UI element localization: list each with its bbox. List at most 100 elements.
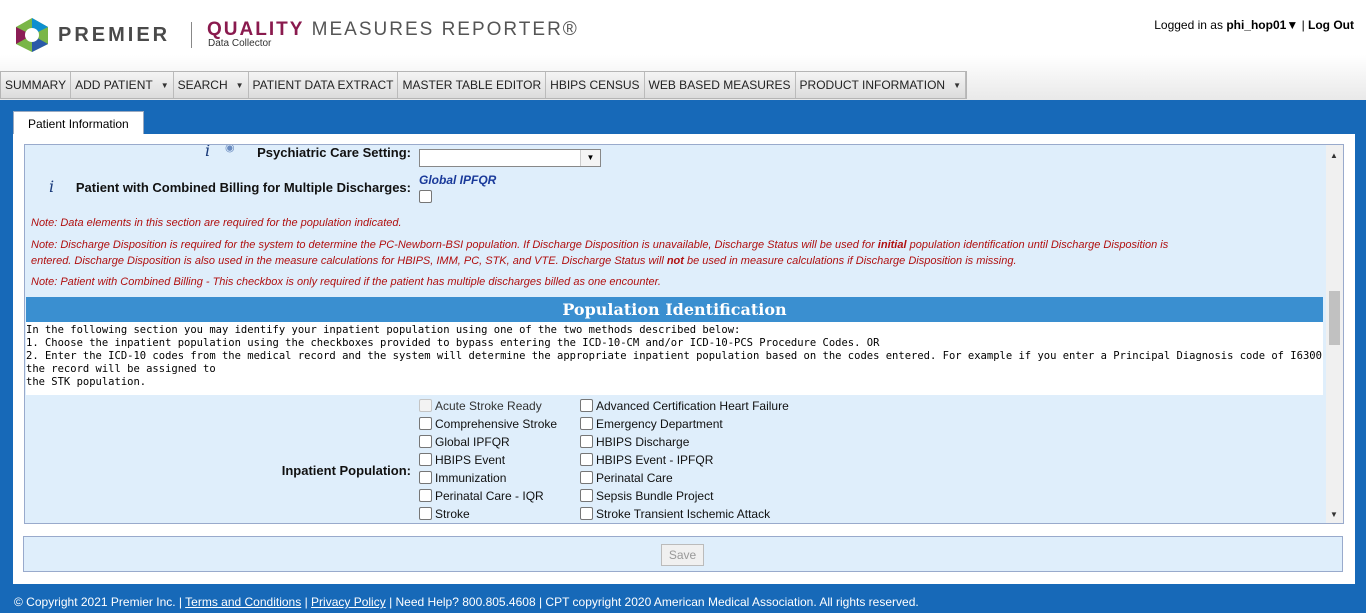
population-label[interactable]: Sepsis Bundle Project [596,489,713,503]
app-header: PREMIER QUALITY MEASURES REPORTER® Data … [0,0,1366,100]
username: phi_hop01 [1226,18,1287,32]
population-checkbox[interactable] [419,507,432,520]
population-checkbox[interactable] [419,435,432,448]
population-label[interactable]: Stroke [435,507,470,521]
psych-care-setting-select[interactable]: ▼ [419,149,601,167]
menu-product-information[interactable]: PRODUCT INFORMATION ▼ [796,72,967,98]
combined-billing-tag: Global IPFQR [419,173,497,187]
note-required: Note: Data elements in this section are … [31,217,402,229]
population-label[interactable]: HBIPS Event - IPFQR [596,453,713,467]
population-checkbox[interactable] [580,489,593,502]
tab-patient-information[interactable]: Patient Information [13,111,144,135]
tab-row: Patient Information [0,100,1366,135]
population-checkbox[interactable] [580,471,593,484]
population-checkbox[interactable] [580,453,593,466]
population-checkbox[interactable] [419,471,432,484]
population-checkbox[interactable] [580,435,593,448]
scroll-down-icon[interactable]: ▼ [1330,510,1338,519]
login-prefix: Logged in as [1154,18,1223,32]
brand-divider [191,22,192,48]
instruction-line: 1. Choose the inpatient population using… [26,337,880,349]
menu-label: PRODUCT INFORMATION [799,78,946,92]
product-title-rest: MEASURES REPORTER® [304,19,579,40]
population-checkbox [419,399,432,412]
inpatient-population-label: Inpatient Population: [281,463,411,478]
menu-label: SEARCH [177,78,228,92]
menu-patient-data-extract[interactable]: PATIENT DATA EXTRACT [249,72,399,98]
form-scroll-area[interactable]: i ◉ Psychiatric Care Setting: ▼ i Patien… [24,144,1344,524]
population-checkbox[interactable] [419,489,432,502]
scrollbar-thumb[interactable] [1329,291,1340,345]
note-text: entered. Discharge Disposition is also u… [31,255,667,267]
instruction-line: the STK population. [26,376,147,388]
instruction-line: 2. Enter the ICD-10 codes from the medic… [26,350,1322,375]
save-button[interactable]: Save [661,544,704,566]
premier-logo-icon [16,18,48,52]
action-bar: Save [23,536,1343,572]
product-title-strong: QUALITY [207,19,305,40]
note-combined-billing: Note: Patient with Combined Billing - Th… [31,276,661,288]
caret-down-icon: ▼ [1286,18,1299,32]
note-emphasis: not [666,255,684,267]
population-label[interactable]: HBIPS Discharge [596,435,689,449]
population-label[interactable]: HBIPS Event [435,453,505,467]
population-label[interactable]: Perinatal Care [596,471,673,485]
population-checkbox[interactable] [419,453,432,466]
psych-care-setting-label: Psychiatric Care Setting: [257,145,411,160]
logout-link[interactable]: Log Out [1308,18,1354,32]
menu-summary[interactable]: SUMMARY [1,72,72,98]
population-label[interactable]: Perinatal Care - IQR [435,489,544,503]
footer-sep: | [304,595,308,609]
info-icon[interactable]: i [49,177,54,196]
population-label[interactable]: Immunization [435,471,506,485]
product-subtitle: Data Collector [208,38,272,49]
menu-label: WEB BASED MEASURES [648,78,791,92]
menu-label: ADD PATIENT [75,78,153,92]
population-checkbox[interactable] [580,507,593,520]
population-label[interactable]: Advanced Certification Heart Failure [596,399,789,413]
footer: © Copyright 2021 Premier Inc. | Terms an… [14,595,919,609]
vertical-scrollbar[interactable]: ▲ ▼ [1326,145,1343,523]
population-label[interactable]: Stroke Transient Ischemic Attack [596,507,770,521]
population-checkbox[interactable] [580,417,593,430]
note-text: population identification until Discharg… [906,239,1169,251]
dropdown-arrow-icon: ▼ [235,80,244,90]
population-checkbox[interactable] [580,399,593,412]
scroll-up-icon[interactable]: ▲ [1330,151,1338,160]
copyright-text: © Copyright 2021 Premier Inc. | [14,595,183,609]
population-label[interactable]: Acute Stroke Ready [435,399,542,413]
instruction-line: In the following section you may identif… [26,324,741,336]
menu-hbips-census[interactable]: HBIPS CENSUS [546,72,645,98]
note-text: be used in measure calculations if Disch… [683,255,1017,267]
content-panel: i ◉ Psychiatric Care Setting: ▼ i Patien… [13,134,1355,584]
combined-billing-label: Patient with Combined Billing for Multip… [75,180,411,195]
menu-add-patient[interactable]: ADD PATIENT ▼ [71,72,174,98]
menu-search[interactable]: SEARCH ▼ [174,72,249,98]
population-identification-header: Population Identification [26,297,1323,322]
population-label[interactable]: Comprehensive Stroke [435,417,557,431]
population-label[interactable]: Global IPFQR [435,435,510,449]
population-instructions: In the following section you may identif… [26,322,1323,395]
combined-billing-checkbox[interactable] [419,190,432,203]
menu-web-based-measures[interactable]: WEB BASED MEASURES [645,72,796,98]
privacy-link[interactable]: Privacy Policy [311,595,386,609]
population-checkbox[interactable] [419,417,432,430]
menu-master-table-editor[interactable]: MASTER TABLE EDITOR [398,72,547,98]
dropdown-arrow-icon: ▼ [953,80,962,90]
dropdown-arrow-icon: ▼ [160,80,169,90]
note-emphasis: initial [877,239,907,251]
chevron-down-icon: ▼ [580,150,600,166]
footer-rest: | Need Help? 800.805.4608 | CPT copyrigh… [389,595,919,609]
brand-name: PREMIER [58,24,171,46]
menu-label: PATIENT DATA EXTRACT [252,78,394,92]
terms-link[interactable]: Terms and Conditions [185,595,301,609]
user-menu[interactable]: phi_hop01▼ [1226,18,1298,32]
main-menu: SUMMARY ADD PATIENT ▼ SEARCH ▼ PATIENT DAT… [0,71,968,99]
menu-label: SUMMARY [5,78,67,92]
menu-label: MASTER TABLE EDITOR [402,78,542,92]
menu-label: HBIPS CENSUS [550,78,640,92]
note-text: Note: Discharge Disposition is required … [31,239,878,251]
population-label[interactable]: Emergency Department [596,417,723,431]
login-info: Logged in as phi_hop01▼ | Log Out [1154,18,1354,32]
note-discharge-disposition: Note: Discharge Disposition is required … [31,237,1301,269]
